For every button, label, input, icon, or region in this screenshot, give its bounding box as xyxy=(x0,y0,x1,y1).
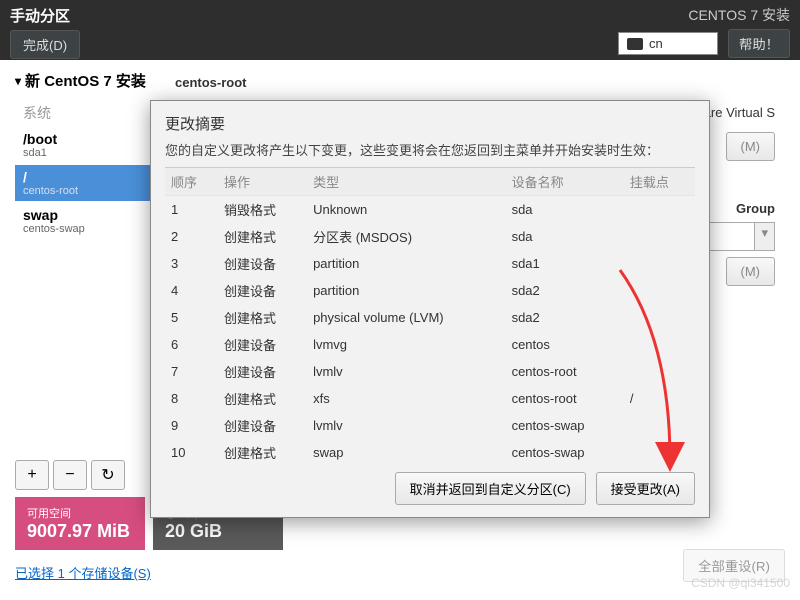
vg-label: Group xyxy=(736,201,775,216)
reload-button[interactable]: ↻ xyxy=(91,460,125,490)
table-row[interactable]: 2创建格式分区表 (MSDOS)sda xyxy=(165,223,695,250)
col-order: 顺序 xyxy=(165,168,218,196)
mount-item[interactable]: /bootsda1 xyxy=(15,127,155,163)
dialog-subtitle: 您的自定义更改将产生以下变更，这些变更将会在您返回到主菜单并开始安装时生效： xyxy=(165,140,695,159)
table-row[interactable]: 10创建格式swapcentos-swap xyxy=(165,439,695,462)
help-button[interactable]: 帮助！ xyxy=(728,29,790,58)
table-row[interactable]: 8创建格式xfscentos-root/ xyxy=(165,385,695,412)
mount-sidebar: 新 CentOS 7 安装 系统 /bootsda1/centos-rootsw… xyxy=(15,70,155,303)
changes-table: 顺序 操作 类型 设备名称 挂载点 1销毁格式Unknownsda2创建格式分区… xyxy=(165,168,695,462)
col-type: 类型 xyxy=(307,168,505,196)
modify-button[interactable]: (M) xyxy=(726,132,776,161)
table-row[interactable]: 9创建设备lvmlvcentos-swap xyxy=(165,412,695,439)
table-row[interactable]: 1销毁格式Unknownsda xyxy=(165,196,695,224)
accept-button[interactable]: 接受更改(A) xyxy=(596,472,695,505)
storage-devices-link[interactable]: 已选择 1 个存储设备(S) xyxy=(15,563,151,582)
installer-label: CENTOS 7 安装 xyxy=(688,5,790,25)
vg-modify-button[interactable]: (M) xyxy=(726,257,776,286)
section-header[interactable]: 新 CentOS 7 安装 xyxy=(15,70,155,91)
page-title: 手动分区 xyxy=(10,5,80,26)
dialog-title: 更改摘要 xyxy=(165,113,695,134)
mount-item[interactable]: swapcentos-swap xyxy=(15,203,155,239)
selected-mount-title: centos-root xyxy=(175,75,775,90)
available-space-box: 可用空间 9007.97 MiB xyxy=(15,497,145,550)
col-op: 操作 xyxy=(218,168,307,196)
keyboard-layout-selector[interactable]: cn xyxy=(618,32,718,55)
chevron-down-icon[interactable]: ▾ xyxy=(755,222,775,251)
col-mount: 挂载点 xyxy=(624,168,695,196)
table-row[interactable]: 4创建设备partitionsda2 xyxy=(165,277,695,304)
keyboard-icon xyxy=(627,38,643,50)
lang-code: cn xyxy=(649,36,663,51)
remove-mount-button[interactable]: − xyxy=(53,460,87,490)
mount-item[interactable]: /centos-root xyxy=(15,165,155,201)
change-summary-dialog: 更改摘要 您的自定义更改将产生以下变更，这些变更将会在您返回到主菜单并开始安装时… xyxy=(150,100,710,518)
table-row[interactable]: 7创建设备lvmlvcentos-root xyxy=(165,358,695,385)
watermark: CSDN @qi341500 xyxy=(691,576,790,590)
col-dev: 设备名称 xyxy=(506,168,624,196)
table-row[interactable]: 6创建设备lvmvgcentos xyxy=(165,331,695,358)
cancel-button[interactable]: 取消并返回到自定义分区(C) xyxy=(395,472,586,505)
add-mount-button[interactable]: + xyxy=(15,460,49,490)
table-row[interactable]: 3创建设备partitionsda1 xyxy=(165,250,695,277)
table-row[interactable]: 5创建格式physical volume (LVM)sda2 xyxy=(165,304,695,331)
done-button[interactable]: 完成(D) xyxy=(10,30,80,59)
system-label: 系统 xyxy=(15,99,155,127)
